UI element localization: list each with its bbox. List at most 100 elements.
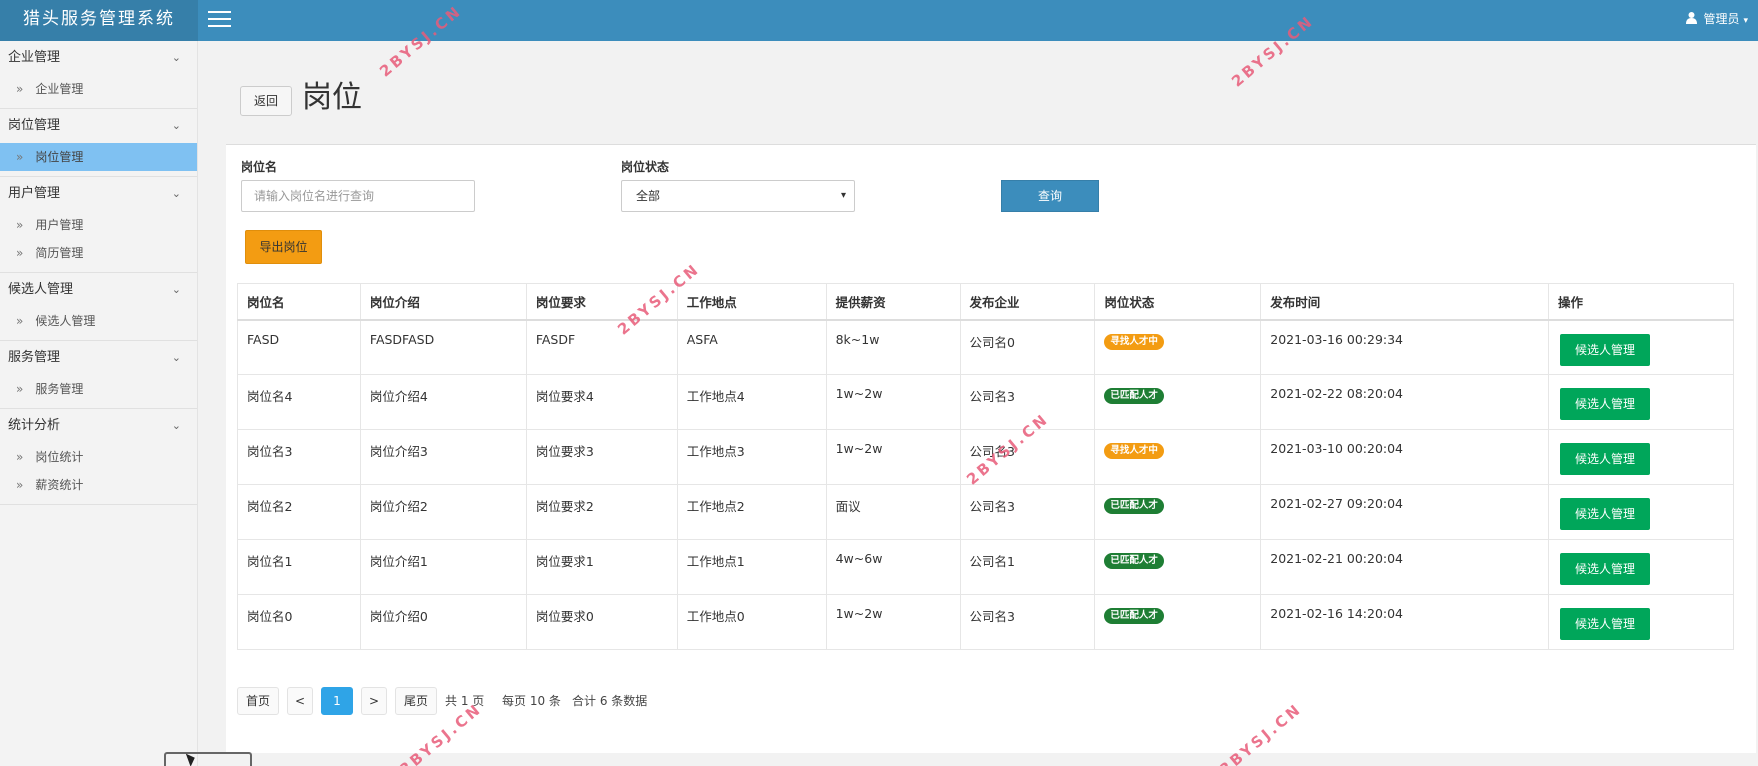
caret-down-icon: ▾ [1743,16,1748,26]
cell-action: 候选人管理 [1548,594,1734,650]
sidebar-group-service: 服务管理 ⌄ » 服务管理 [0,341,197,409]
cell-status: 寻找人才中 [1094,319,1262,375]
chevron-down-icon: ⌄ [171,351,181,364]
status-badge: 已匹配人才 [1104,388,1164,404]
user-name: 管理员 [1703,12,1740,26]
sidebar-group-title[interactable]: 统计分析 ⌄ [0,409,197,443]
sidebar: 企业管理 ⌄ » 企业管理 岗位管理 ⌄ » 岗位管理 用户管理 ⌄ » 用户管理 » 简历管… [0,41,198,766]
candidate-manage-button[interactable]: 候选人管理 [1560,333,1651,366]
sidebar-item-salary-stats[interactable]: » 薪资统计 [0,471,197,499]
sidebar-group-stats: 统计分析 ⌄ » 岗位统计 » 薪资统计 [0,409,197,505]
top-bar: 猎头服务管理系统 管理员 ▾ [0,0,1758,41]
cell-time: 2021-02-16 14:20:04 [1260,594,1550,650]
cell-salary: 面议 [825,484,961,540]
page-title: 岗位 [302,80,362,115]
cell-time: 2021-02-22 08:20:04 [1260,374,1550,430]
double-angle-right-icon: » [16,382,24,396]
column-header[interactable]: 岗位名 [237,283,361,321]
double-angle-right-icon: » [16,450,24,464]
sidebar-group-company: 企业管理 ⌄ » 企业管理 [0,41,197,109]
cell-salary: 1w~2w [825,429,961,485]
candidate-manage-button[interactable]: 候选人管理 [1560,498,1651,530]
cell-status: 已匹配人才 [1094,374,1262,430]
query-button[interactable]: 查询 [1001,180,1099,212]
job-name-label: 岗位名 [241,160,278,174]
cell-req: 岗位要求1 [525,539,678,595]
sidebar-group-title[interactable]: 企业管理 ⌄ [0,41,197,75]
cell-name: FASD [237,319,361,375]
cell-status: 已匹配人才 [1094,484,1262,540]
sidebar-item-job[interactable]: » 岗位管理 [0,143,197,171]
double-angle-right-icon: » [16,150,24,164]
column-header[interactable]: 岗位介绍 [359,283,527,321]
column-header[interactable]: 操作 [1548,283,1734,321]
cell-salary: 4w~6w [825,539,961,595]
cell-intro: 岗位介绍1 [359,539,527,595]
cell-company: 公司名3 [959,484,1096,540]
total-count: 合计 6 条数据 [572,694,648,708]
cell-status: 寻找人才中 [1094,429,1262,485]
column-header[interactable]: 提供薪资 [825,283,961,321]
app-title: 猎头服务管理系统 [0,0,198,41]
table-row: 岗位名1 岗位介绍1 岗位要求1 工作地点1 4w~6w 公司名1 已匹配人才 2021-02… [237,539,1734,595]
table-row: 岗位名4 岗位介绍4 岗位要求4 工作地点4 1w~2w 公司名3 已匹配人才 2021-02… [237,374,1734,430]
user-icon [1686,12,1698,24]
cell-action: 候选人管理 [1548,429,1734,485]
cell-loc: 工作地点0 [676,594,827,650]
back-button[interactable]: 返回 [240,86,292,116]
status-badge: 已匹配人才 [1104,608,1164,624]
cell-time: 2021-02-21 00:20:04 [1260,539,1550,595]
candidate-manage-button[interactable]: 候选人管理 [1560,443,1651,475]
double-angle-right-icon: » [16,478,24,492]
cell-company: 公司名1 [959,539,1096,595]
sidebar-item-job-stats[interactable]: » 岗位统计 [0,443,197,471]
job-status-value: 全部 [636,189,661,203]
last-page-button[interactable]: 尾页 [395,687,437,715]
job-status-select[interactable]: 全部 ▾ [621,180,855,212]
column-header[interactable]: 工作地点 [676,283,827,321]
cell-action: 候选人管理 [1548,484,1734,540]
candidate-manage-button[interactable]: 候选人管理 [1560,553,1651,585]
chevron-down-icon: ⌄ [171,419,181,432]
sidebar-item-company[interactable]: » 企业管理 [0,75,197,103]
cell-name: 岗位名3 [237,429,361,485]
export-jobs-button[interactable]: 导出岗位 [245,230,322,264]
candidate-manage-button[interactable]: 候选人管理 [1560,608,1651,640]
prev-page-button[interactable]: < [287,687,313,715]
cell-time: 2021-03-10 00:20:04 [1260,429,1550,485]
user-menu[interactable]: 管理员 ▾ [1686,0,1748,41]
column-header[interactable]: 岗位状态 [1094,283,1262,321]
column-header[interactable]: 发布时间 [1260,283,1550,321]
cell-loc: ASFA [676,319,827,375]
sidebar-item-service[interactable]: » 服务管理 [0,375,197,403]
cell-intro: 岗位介绍3 [359,429,527,485]
cell-status: 已匹配人才 [1094,539,1262,595]
job-name-input[interactable] [241,180,475,212]
sidebar-group-title[interactable]: 候选人管理 ⌄ [0,273,197,307]
status-badge: 已匹配人才 [1104,553,1164,569]
column-header[interactable]: 发布企业 [959,283,1096,321]
sidebar-item-resume[interactable]: » 简历管理 [0,239,197,267]
double-angle-right-icon: » [16,218,24,232]
cell-name: 岗位名2 [237,484,361,540]
cell-action: 候选人管理 [1548,539,1734,595]
sidebar-group-title[interactable]: 岗位管理 ⌄ [0,109,197,143]
double-angle-right-icon: » [16,314,24,328]
cell-salary: 1w~2w [825,594,961,650]
current-page[interactable]: 1 [321,687,353,715]
next-page-button[interactable]: > [361,687,387,715]
cell-intro: 岗位介绍2 [359,484,527,540]
cell-loc: 工作地点2 [676,484,827,540]
chevron-down-icon: ⌄ [171,51,181,64]
cell-action: 候选人管理 [1548,374,1734,430]
cell-name: 岗位名1 [237,539,361,595]
sidebar-item-user[interactable]: » 用户管理 [0,211,197,239]
cell-salary: 1w~2w [825,374,961,430]
sidebar-item-candidate[interactable]: » 候选人管理 [0,307,197,335]
job-status-label: 岗位状态 [621,160,670,174]
hamburger-icon[interactable] [208,11,231,29]
sidebar-group-title[interactable]: 用户管理 ⌄ [0,177,197,211]
candidate-manage-button[interactable]: 候选人管理 [1560,388,1651,420]
sidebar-group-title[interactable]: 服务管理 ⌄ [0,341,197,375]
first-page-button[interactable]: 首页 [237,687,279,715]
